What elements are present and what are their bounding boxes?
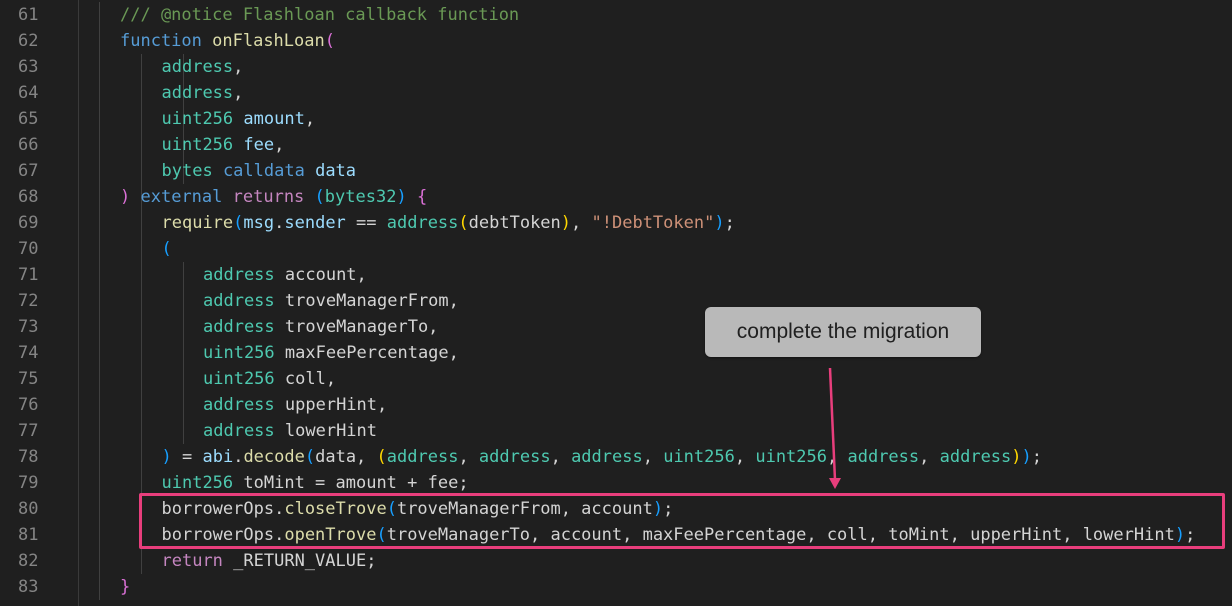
- annotation-arrow: [828, 367, 841, 489]
- arrow-head: [829, 478, 841, 489]
- arrow-shaft: [828, 367, 837, 481]
- annotation-callout: complete the migration: [705, 307, 981, 357]
